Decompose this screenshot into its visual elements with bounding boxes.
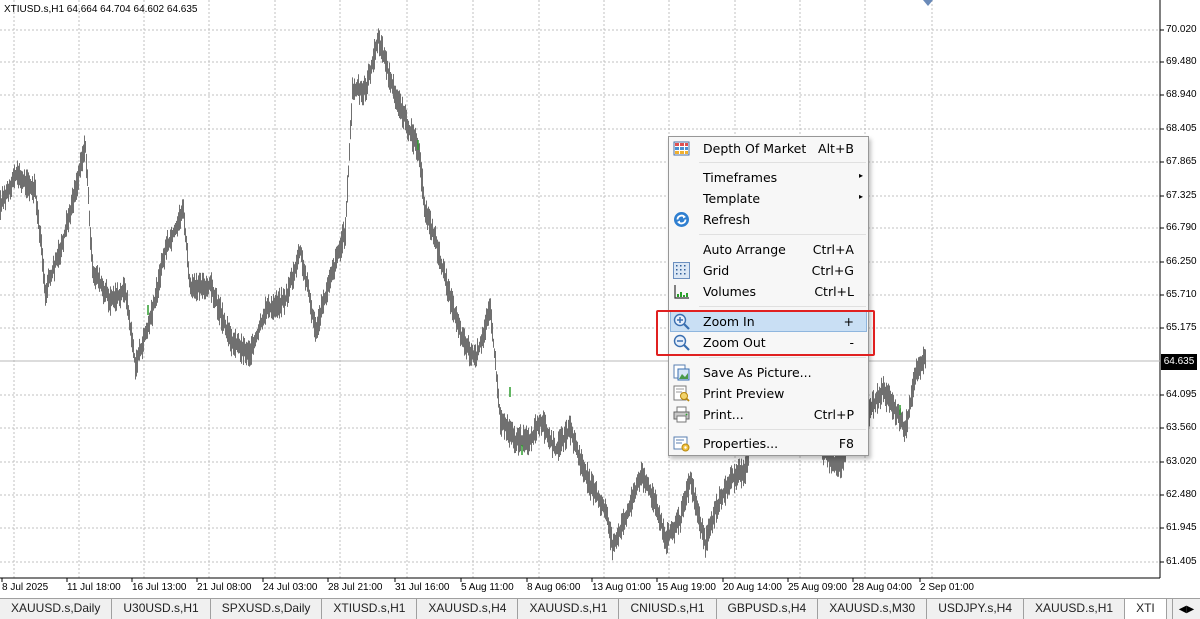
menu-separator (699, 162, 866, 163)
tab-xauusd-daily[interactable]: XAUUSD.s,Daily (0, 599, 113, 619)
refresh-icon (674, 212, 689, 227)
volumes-icon (674, 285, 689, 299)
menu-item-auto-arrange[interactable]: Auto Arrange Ctrl+A (670, 239, 867, 260)
price-tick-label: 65.175 (1166, 322, 1197, 333)
zoom-highlight-box (656, 310, 875, 356)
menu-item-grid[interactable]: Grid Ctrl+G (670, 260, 867, 281)
menu-item-print-preview[interactable]: Print Preview (670, 383, 867, 404)
price-tick-label: 67.865 (1166, 156, 1197, 167)
menu-item-refresh[interactable]: Refresh (670, 209, 867, 230)
time-tick-label: 28 Aug 04:00 (853, 582, 912, 593)
depth-of-market-icon (673, 141, 690, 156)
tab-xauusd-h1-2[interactable]: XAUUSD.s,H1 (1024, 599, 1126, 619)
price-tick-label: 65.710 (1166, 289, 1197, 300)
price-tick-label: 64.095 (1166, 389, 1197, 400)
menu-item-timeframes[interactable]: Timeframes ▸ (670, 167, 867, 188)
price-tick-label: 63.560 (1166, 422, 1197, 433)
time-tick-label: 20 Aug 14:00 (723, 582, 782, 593)
submenu-arrow-icon: ▸ (858, 192, 863, 201)
current-price-label: 64.635 (1161, 354, 1197, 370)
menu-item-save-as-picture[interactable]: Save As Picture... (670, 362, 867, 383)
time-tick-label: 21 Jul 08:00 (197, 582, 252, 593)
price-tick-label: 61.405 (1166, 556, 1197, 567)
menu-separator (699, 357, 866, 358)
menu-item-print[interactable]: Print... Ctrl+P (670, 404, 867, 425)
tab-u30usd-h1[interactable]: U30USD.s,H1 (112, 599, 211, 619)
grid-icon (673, 262, 690, 279)
chart-area[interactable]: XTIUSD.s,H1 64.664 64.704 64.602 64.635 (0, 0, 1200, 598)
tab-spxusd-daily[interactable]: SPXUSD.s,Daily (211, 599, 323, 619)
time-tick-label: 25 Aug 09:00 (788, 582, 847, 593)
menu-separator (699, 306, 866, 307)
time-tick-label: 5 Aug 11:00 (461, 582, 514, 593)
time-tick-label: 13 Aug 01:00 (592, 582, 651, 593)
tab-scroll-left-icon[interactable]: ◀ (1179, 604, 1187, 615)
time-tick-label: 11 Jul 18:00 (67, 582, 121, 593)
menu-item-depth-of-market[interactable]: Depth Of Market Alt+B (670, 138, 867, 159)
menu-separator (699, 234, 866, 235)
tab-scroll-buttons: ◀ ▶ (1172, 599, 1200, 619)
tab-cniusd-h1[interactable]: CNIUSD.s,H1 (619, 599, 717, 619)
print-preview-icon (673, 385, 690, 402)
tab-xtiusd-h1[interactable]: XTIUSD.s,H1 (322, 599, 418, 619)
save-picture-icon (673, 364, 690, 381)
price-tick-label: 63.020 (1166, 456, 1197, 467)
price-tick-label: 67.325 (1166, 190, 1197, 201)
tab-xauusd-h4[interactable]: XAUUSD.s,H4 (417, 599, 519, 619)
time-tick-label: 16 Jul 13:00 (132, 582, 187, 593)
price-chart[interactable] (0, 0, 1200, 598)
printer-icon (673, 406, 690, 423)
tab-xauusd-h1[interactable]: XAUUSD.s,H1 (518, 599, 620, 619)
time-tick-label: 2 Sep 01:00 (920, 582, 974, 593)
price-tick-label: 70.020 (1166, 24, 1197, 35)
menu-item-properties[interactable]: Properties... F8 (670, 433, 867, 454)
tab-xti-active[interactable]: XTI (1125, 599, 1167, 619)
time-tick-label: 15 Aug 19:00 (657, 582, 716, 593)
tab-scroll-right-icon[interactable]: ▶ (1187, 604, 1195, 615)
price-tick-label: 69.480 (1166, 56, 1197, 67)
time-tick-label: 8 Jul 2025 (2, 582, 49, 593)
price-tick-label: 68.405 (1166, 123, 1197, 134)
price-tick-label: 61.945 (1166, 522, 1197, 533)
chart-tab-bar: XAUUSD.s,Daily U30USD.s,H1 SPXUSD.s,Dail… (0, 598, 1200, 619)
time-tick-label: 24 Jul 03:00 (263, 582, 318, 593)
chart-context-menu: Depth Of Market Alt+B Timeframes ▸ Templ… (668, 136, 869, 456)
price-tick-label: 68.940 (1166, 89, 1197, 100)
menu-separator (699, 429, 866, 430)
tab-gbpusd-h4[interactable]: GBPUSD.s,H4 (717, 599, 819, 619)
time-tick-label: 28 Jul 21:00 (328, 582, 383, 593)
chart-info-label: XTIUSD.s,H1 64.664 64.704 64.602 64.635 (4, 4, 198, 15)
price-tick-label: 66.790 (1166, 222, 1197, 233)
time-tick-label: 8 Aug 06:00 (527, 582, 581, 593)
tab-xauusd-m30[interactable]: XAUUSD.s,M30 (818, 599, 928, 619)
menu-item-volumes[interactable]: Volumes Ctrl+L (670, 281, 867, 302)
tab-usdjpy-h4[interactable]: USDJPY.s,H4 (927, 599, 1025, 619)
price-tick-label: 66.250 (1166, 256, 1197, 267)
menu-item-template[interactable]: Template ▸ (670, 188, 867, 209)
submenu-arrow-icon: ▸ (858, 171, 863, 180)
properties-icon (673, 436, 690, 452)
time-tick-label: 31 Jul 16:00 (395, 582, 450, 593)
price-tick-label: 62.480 (1166, 489, 1197, 500)
